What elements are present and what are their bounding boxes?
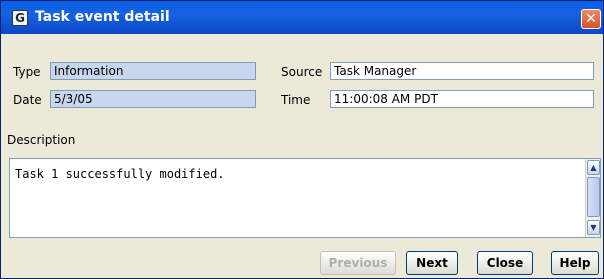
time-field[interactable]: 11:00:08 AM PDT [330,90,594,108]
type-label: Type [13,65,41,79]
description-text: Task 1 successfully modified. [15,167,225,181]
scroll-down-icon[interactable]: ▼ [587,220,600,235]
time-label: Time [281,93,311,107]
next-button[interactable]: Next [406,251,458,275]
source-label: Source [281,65,323,79]
task-event-detail-dialog: G Task event detail ✕ Type Information S… [0,0,604,279]
description-textarea[interactable]: Task 1 successfully modified. ▲ ▼ [9,158,601,238]
date-field[interactable]: 5/3/05 [50,90,256,108]
help-button[interactable]: Help [551,251,599,275]
description-label: Description [7,133,76,147]
description-scrollbar[interactable]: ▲ ▼ [585,159,600,237]
close-window-button[interactable]: ✕ [581,9,601,29]
title-bar[interactable]: G Task event detail ✕ [1,1,603,34]
source-field[interactable]: Task Manager [330,62,594,80]
window-title: Task event detail [35,9,170,25]
type-field[interactable]: Information [50,62,256,80]
scroll-up-icon[interactable]: ▲ [587,160,600,175]
scroll-thumb[interactable] [587,177,600,217]
app-logo-icon: G [12,10,28,26]
close-button[interactable]: Close [477,251,533,275]
previous-button[interactable]: Previous [320,251,396,275]
date-label: Date [13,93,42,107]
